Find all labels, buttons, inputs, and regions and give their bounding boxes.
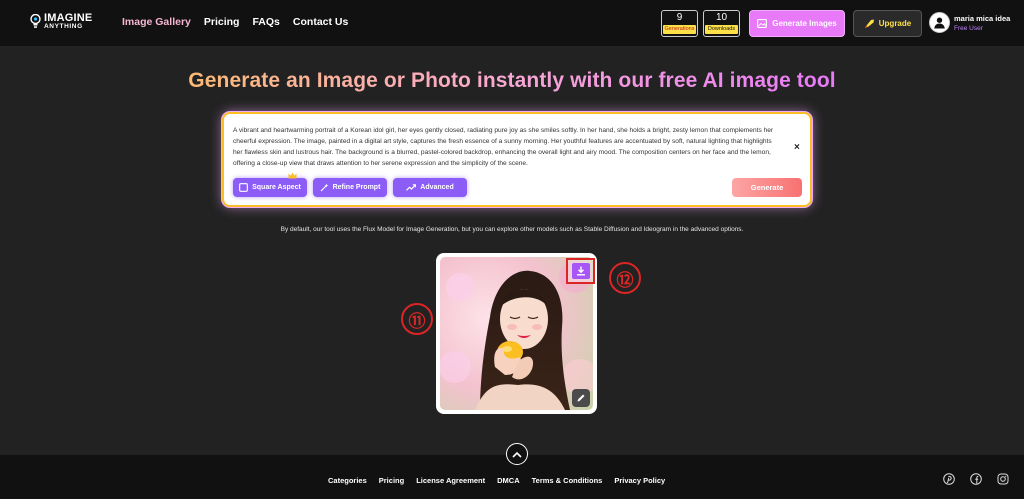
download-icon-wrap bbox=[571, 263, 590, 279]
footer-links: Categories Pricing License Agreement DMC… bbox=[328, 476, 665, 485]
generations-counter: 9 Generations bbox=[661, 10, 698, 37]
downloads-label: Downloads bbox=[705, 25, 738, 34]
model-info-text: By default, our tool uses the Flux Model… bbox=[280, 226, 744, 233]
annotation-marker-12: ⑫ bbox=[609, 262, 641, 294]
prompt-box: A vibrant and heartwarming portrait of a… bbox=[222, 112, 812, 207]
footer-link-categories[interactable]: Categories bbox=[328, 476, 367, 485]
clear-prompt-button[interactable]: × bbox=[794, 142, 800, 153]
upgrade-label: Upgrade bbox=[878, 19, 912, 28]
footer-link-license-agreement[interactable]: License Agreement bbox=[416, 476, 485, 485]
pencil-icon bbox=[577, 394, 585, 402]
top-header: IMAGINE ANYTHING Image Gallery Pricing F… bbox=[0, 0, 1024, 46]
refine-prompt-button[interactable]: Refine Prompt bbox=[313, 178, 387, 197]
refine-prompt-label: Refine Prompt bbox=[332, 184, 381, 191]
download-button[interactable] bbox=[566, 258, 595, 284]
pinterest-icon[interactable] bbox=[943, 473, 955, 485]
advanced-button[interactable]: Advanced bbox=[393, 178, 467, 197]
chevron-up-icon bbox=[512, 451, 522, 458]
rocket-icon bbox=[864, 19, 874, 28]
generations-label: Generations bbox=[663, 25, 696, 34]
square-aspect-label: Square Aspect bbox=[252, 184, 301, 191]
edit-image-button[interactable] bbox=[572, 389, 590, 407]
nav-image-gallery[interactable]: Image Gallery bbox=[122, 16, 191, 28]
advanced-label: Advanced bbox=[420, 184, 454, 191]
instagram-icon[interactable] bbox=[997, 473, 1009, 485]
generations-count: 9 bbox=[676, 12, 683, 23]
generate-images-label: Generate Images bbox=[772, 19, 837, 28]
footer-link-dmca[interactable]: DMCA bbox=[497, 476, 520, 485]
logo-line2: ANYTHING bbox=[44, 23, 83, 30]
user-menu[interactable]: maria mica idea Free User bbox=[929, 12, 1010, 33]
facebook-icon[interactable] bbox=[970, 473, 982, 485]
image-icon bbox=[757, 19, 768, 28]
square-aspect-button[interactable]: Square Aspect bbox=[233, 178, 307, 197]
upgrade-button[interactable]: Upgrade bbox=[853, 10, 922, 37]
user-role: Free User bbox=[954, 24, 983, 32]
download-icon bbox=[576, 266, 585, 276]
magic-wand-icon bbox=[320, 183, 329, 192]
lightbulb-icon bbox=[30, 14, 41, 29]
nav-pricing[interactable]: Pricing bbox=[204, 16, 240, 28]
footer-link-privacy[interactable]: Privacy Policy bbox=[614, 476, 665, 485]
square-icon bbox=[239, 183, 248, 192]
scroll-to-top-button[interactable] bbox=[506, 443, 528, 465]
social-links bbox=[943, 473, 1009, 485]
downloads-counter: 10 Downloads bbox=[703, 10, 740, 37]
trend-up-icon bbox=[406, 184, 417, 191]
footer-link-terms[interactable]: Terms & Conditions bbox=[532, 476, 603, 485]
nav-faqs[interactable]: FAQs bbox=[252, 16, 279, 28]
nav-contact-us[interactable]: Contact Us bbox=[293, 16, 348, 28]
logo[interactable]: IMAGINE ANYTHING bbox=[30, 13, 92, 31]
avatar bbox=[929, 12, 950, 33]
crown-icon bbox=[288, 172, 297, 179]
page-title: Generate an Image or Photo instantly wit… bbox=[0, 69, 1024, 93]
generate-button[interactable]: Generate bbox=[732, 178, 802, 197]
generate-images-button[interactable]: Generate Images bbox=[749, 10, 845, 37]
page-title-text: Generate an Image or Photo instantly wit… bbox=[188, 69, 836, 92]
prompt-input[interactable]: A vibrant and heartwarming portrait of a… bbox=[233, 125, 781, 169]
footer-link-pricing[interactable]: Pricing bbox=[379, 476, 404, 485]
annotation-marker-11: ⑪ bbox=[401, 303, 433, 335]
user-name: maria mica idea bbox=[954, 13, 1011, 23]
user-icon bbox=[934, 17, 945, 29]
downloads-count: 10 bbox=[715, 12, 728, 23]
main-nav: Image Gallery Pricing FAQs Contact Us bbox=[122, 16, 348, 28]
